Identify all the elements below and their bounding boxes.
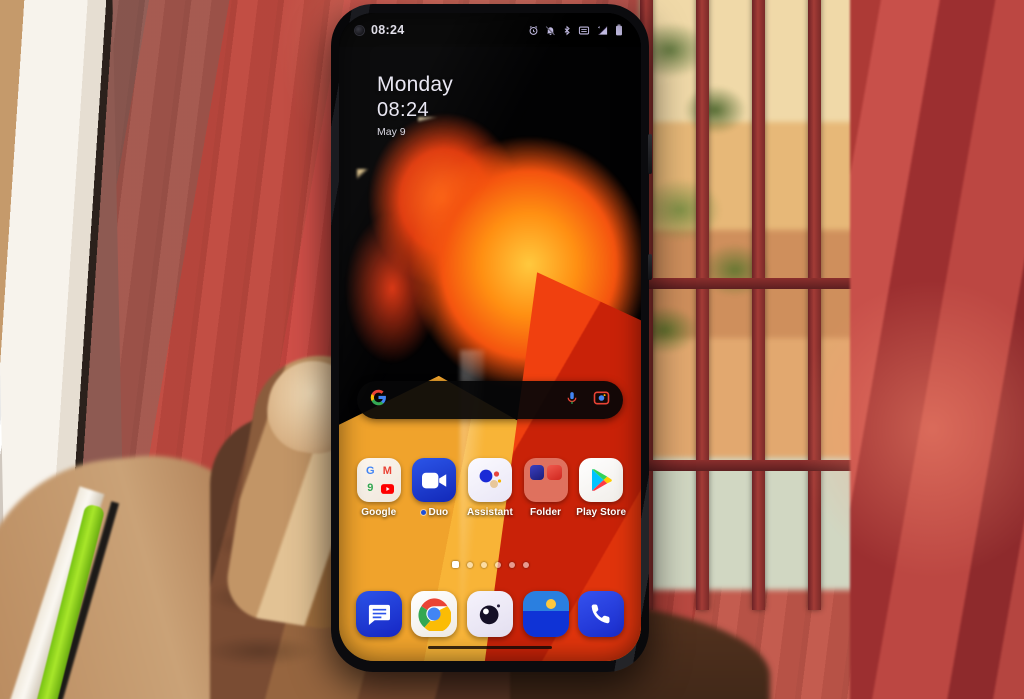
app-label-folder: Folder [530, 507, 561, 518]
app-assistant[interactable]: Assistant [462, 458, 518, 518]
clock-time: 08:24 [377, 99, 430, 122]
label-text: Play Store [576, 507, 627, 518]
dock [351, 591, 629, 637]
label-text: Google [361, 507, 397, 518]
battery-icon [615, 24, 623, 36]
google-assistant-icon[interactable] [467, 458, 512, 502]
maps-icon: 9 [367, 482, 374, 494]
page-dot[interactable] [466, 561, 473, 568]
camera-icon[interactable] [466, 591, 513, 637]
page-indicator[interactable] [339, 561, 641, 568]
google-search-bar[interactable] [357, 381, 623, 419]
page-dot-active[interactable] [451, 561, 459, 568]
google-search-icon: G [366, 465, 375, 477]
play-store-icon[interactable] [579, 458, 624, 502]
app-label-google: Google [361, 507, 396, 518]
app-duo[interactable]: Duo [407, 458, 463, 518]
google-folder-icon[interactable]: G M 9 [356, 458, 401, 502]
notifications-muted-icon [545, 25, 556, 36]
chrome-icon[interactable] [411, 591, 458, 637]
label-text: Folder [530, 507, 562, 518]
home-gesture-bar[interactable] [428, 645, 552, 649]
app-label-duo: Duo [420, 507, 449, 518]
status-bar-clock: 08:24 [371, 23, 405, 37]
front-camera-punch-hole [355, 25, 364, 35]
label-text: Assistant [467, 507, 513, 518]
notification-badge-icon [420, 510, 426, 515]
vpn-icon [578, 25, 590, 36]
clock-widget[interactable]: Monday 08:24 May 9 [377, 73, 453, 138]
app-icon-red [547, 465, 562, 480]
screenshot-scene: 08:24 Monday 08:24 May 9 G M 9 Google Du… [0, 0, 1024, 699]
app-folder[interactable]: Folder [518, 458, 574, 518]
bluetooth-icon [562, 25, 572, 36]
gallery-icon[interactable] [522, 591, 569, 637]
status-bar-icons [528, 24, 623, 36]
page-dot[interactable] [494, 561, 501, 568]
messages-icon[interactable] [355, 591, 402, 637]
app-play-store[interactable]: Play Store [573, 458, 629, 518]
mic-icon[interactable] [565, 390, 579, 411]
app-icon-blue [529, 465, 545, 480]
clock-day: Monday [377, 73, 453, 96]
power-button[interactable] [648, 134, 652, 174]
generic-folder-icon[interactable] [523, 458, 568, 502]
google-lens-icon[interactable] [593, 390, 610, 411]
page-dot[interactable] [522, 561, 529, 568]
google-g-icon[interactable] [370, 389, 387, 411]
google-duo-icon[interactable] [412, 458, 457, 502]
alarm-icon [528, 25, 539, 36]
youtube-icon [380, 481, 395, 496]
phone-screen[interactable]: 08:24 Monday 08:24 May 9 G M 9 Google Du… [339, 13, 641, 661]
label-text: Duo [428, 507, 449, 518]
app-label-play-store: Play Store [576, 507, 626, 518]
phone-icon[interactable] [578, 591, 625, 637]
app-google[interactable]: G M 9 Google [351, 458, 407, 518]
alert-slider[interactable] [648, 254, 652, 280]
app-grid: G M 9 Google Duo Assistant Folder Play S… [351, 458, 629, 518]
window-glow [794, 279, 1024, 579]
gmail-icon: M [382, 465, 392, 477]
clock-date: May 9 [377, 126, 406, 139]
smartphone-device: 08:24 Monday 08:24 May 9 G M 9 Google Du… [331, 4, 652, 672]
page-dot[interactable] [508, 561, 515, 568]
signal-icon [596, 25, 609, 36]
status-bar: 08:24 [339, 13, 641, 47]
app-label-assistant: Assistant [467, 507, 513, 518]
page-dot[interactable] [480, 561, 487, 568]
